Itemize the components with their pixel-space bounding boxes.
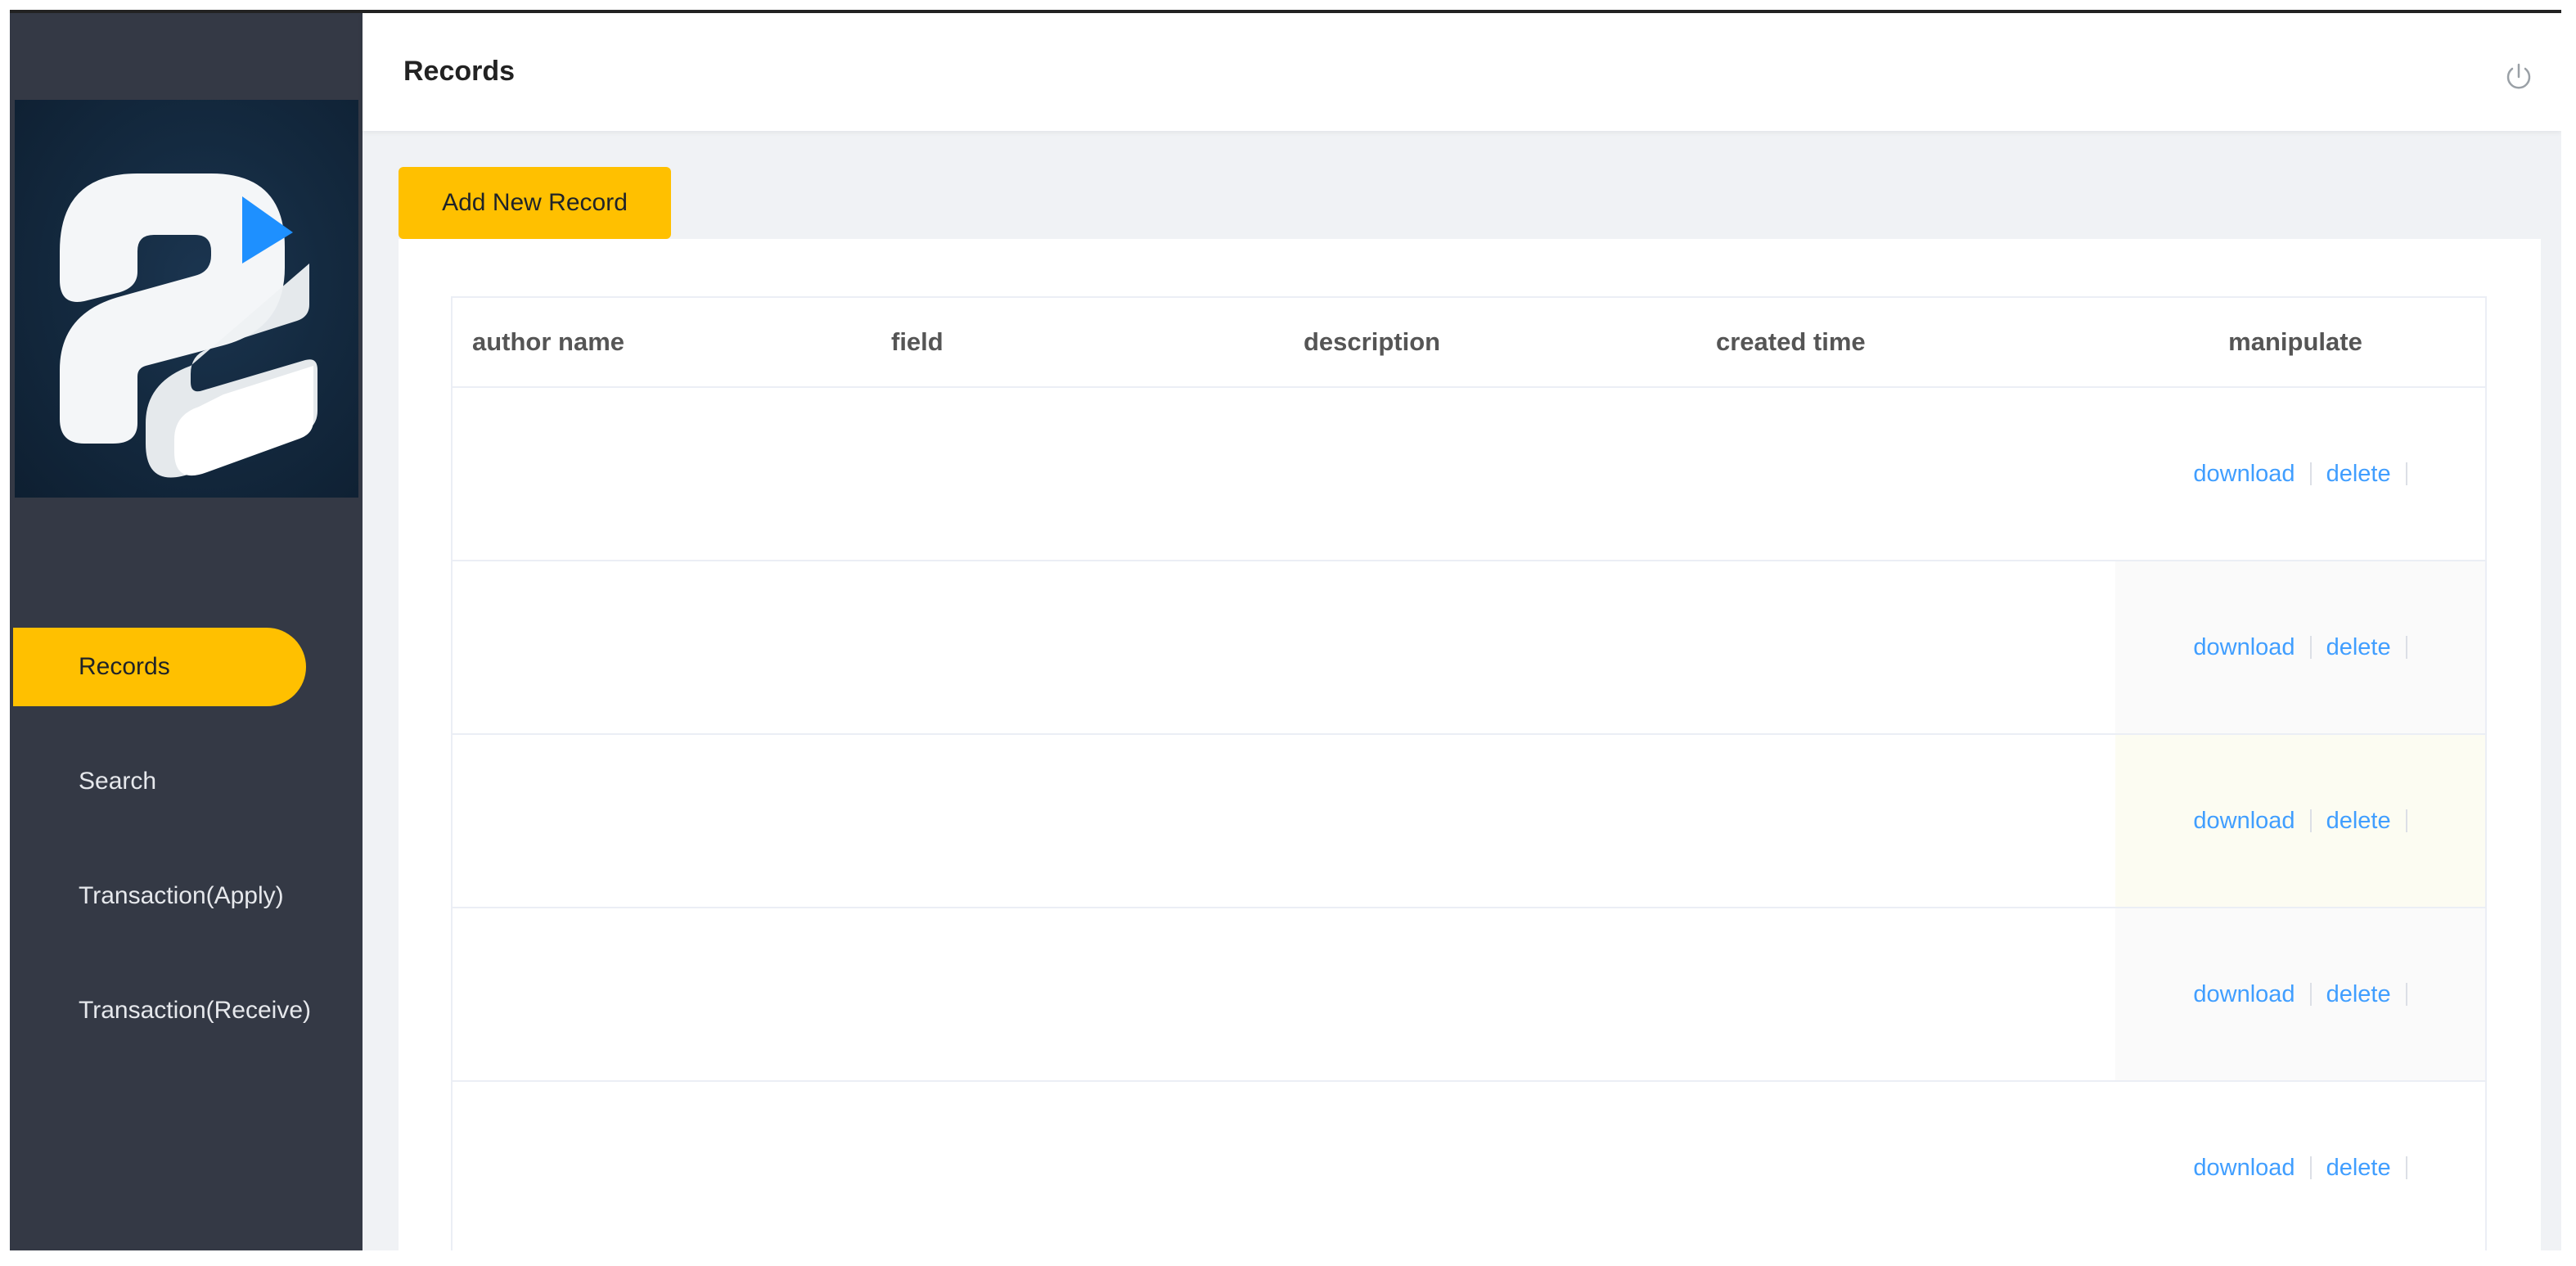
table-row: download delete [453, 388, 2485, 561]
row-cells [453, 735, 2115, 907]
records-card: author name field description created ti… [399, 239, 2541, 1250]
power-icon[interactable] [2502, 61, 2535, 93]
row-actions: download delete [2115, 908, 2485, 1080]
row-cells [453, 561, 2115, 733]
sidebar-item-label: Transaction(Apply) [79, 882, 284, 909]
download-link[interactable]: download [2193, 981, 2295, 1008]
sidebar-item-label: Records [79, 653, 170, 680]
sidebar-item-label: Transaction(Receive) [79, 997, 311, 1024]
download-link[interactable]: download [2193, 461, 2295, 488]
table-row: download delete [453, 908, 2485, 1082]
sidebar-item-transaction-receive[interactable]: Transaction(Receive) [10, 971, 363, 1050]
app-window: Records Search Transaction(Apply) Transa… [10, 10, 2561, 1250]
delete-link[interactable]: delete [2326, 461, 2391, 488]
divider [2309, 1156, 2312, 1179]
row-cells [453, 388, 2115, 560]
divider [2405, 636, 2407, 659]
logo-mark-icon [60, 173, 317, 478]
divider [2405, 809, 2407, 832]
page-title: Records [403, 56, 516, 87]
column-header-field: field [891, 327, 943, 356]
sidebar: Records Search Transaction(Apply) Transa… [10, 13, 363, 1250]
row-cells [453, 908, 2115, 1080]
sidebar-item-records[interactable]: Records [13, 628, 306, 706]
row-actions: download delete [2115, 735, 2485, 907]
column-header-manipulate: manipulate [2228, 327, 2362, 356]
table-row: download delete [453, 1082, 2485, 1250]
sidebar-item-transaction-apply[interactable]: Transaction(Apply) [10, 857, 363, 935]
row-actions: download delete [2115, 388, 2485, 560]
divider [2309, 809, 2312, 832]
column-header-description: description [1304, 327, 1441, 356]
delete-link[interactable]: delete [2326, 1155, 2391, 1182]
divider [2309, 462, 2312, 485]
column-header-created-time: created time [1716, 327, 1866, 356]
divider [2405, 983, 2407, 1006]
row-cells [453, 1082, 2115, 1250]
row-actions: download delete [2115, 1082, 2485, 1250]
sidebar-item-label: Search [79, 768, 157, 795]
records-table: author name field description created ti… [451, 296, 2487, 1250]
add-new-record-button[interactable]: Add New Record [399, 167, 671, 239]
download-link[interactable]: download [2193, 808, 2295, 835]
sidebar-nav: Records Search Transaction(Apply) Transa… [10, 628, 363, 1086]
sidebar-item-search[interactable]: Search [10, 742, 363, 821]
divider [2309, 983, 2312, 1006]
column-header-author-name: author name [472, 327, 625, 356]
top-bar: Records [363, 13, 2561, 131]
table-row: download delete [453, 735, 2485, 908]
delete-link[interactable]: delete [2326, 981, 2391, 1008]
divider [2405, 462, 2407, 485]
download-link[interactable]: download [2193, 1155, 2295, 1182]
delete-link[interactable]: delete [2326, 808, 2391, 835]
main-content: Records Add New Record author name field… [363, 13, 2561, 1250]
divider [2309, 636, 2312, 659]
table-header: author name field description created ti… [453, 298, 2485, 388]
divider [2405, 1156, 2407, 1179]
row-actions: download delete [2115, 561, 2485, 733]
brand-logo [15, 100, 358, 498]
download-link[interactable]: download [2193, 634, 2295, 661]
table-row: download delete [453, 561, 2485, 735]
delete-link[interactable]: delete [2326, 634, 2391, 661]
